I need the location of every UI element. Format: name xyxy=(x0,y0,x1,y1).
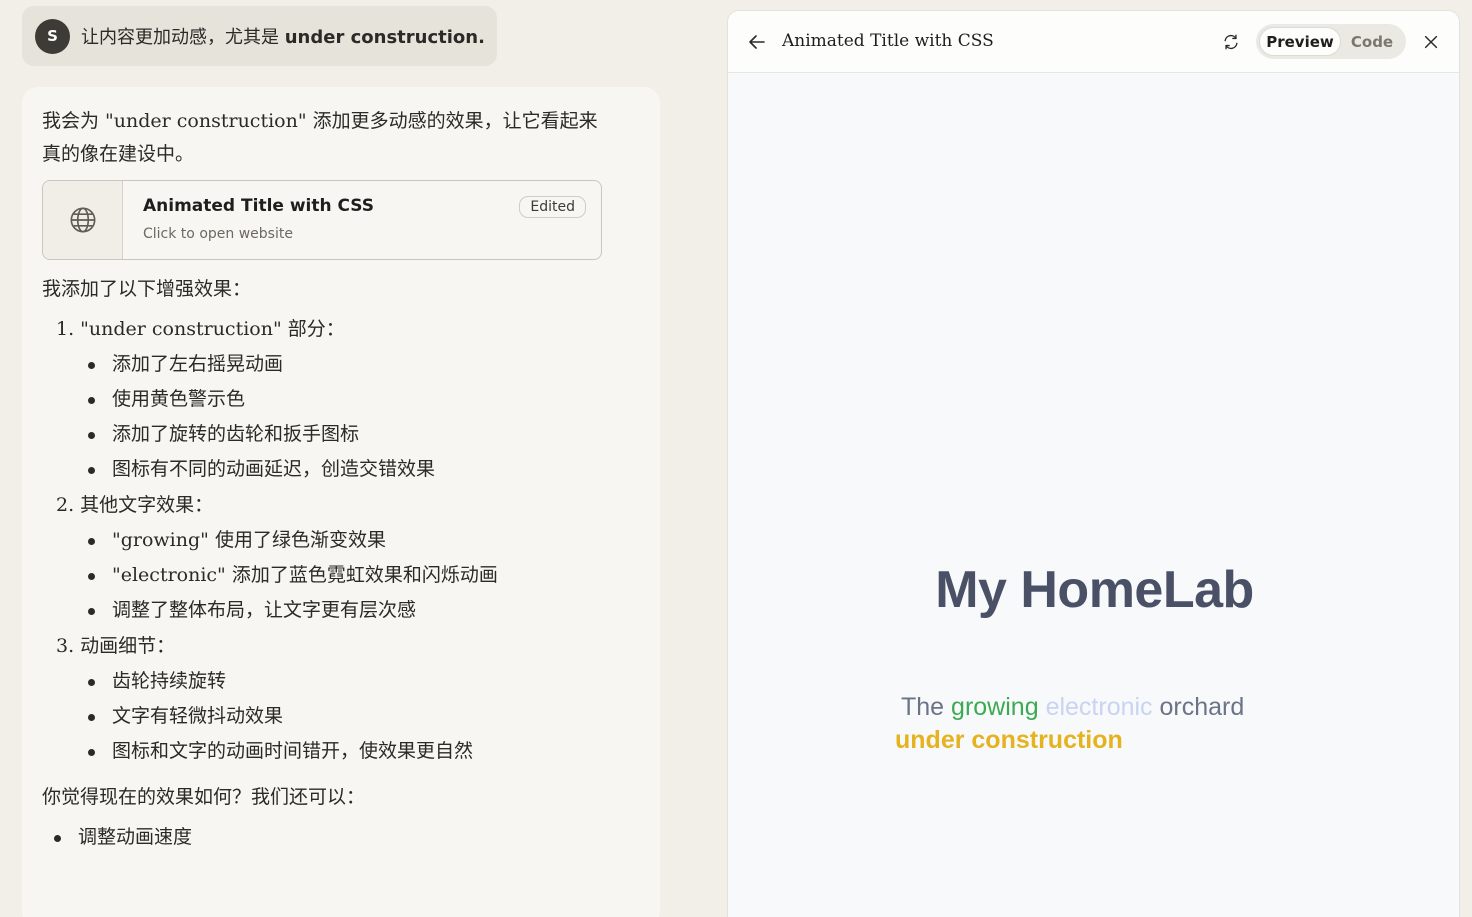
section-heading: 2. 其他文字效果： xyxy=(56,494,214,516)
under-construction-text: under construction xyxy=(895,726,1123,754)
homelab-heading: My HomeLab xyxy=(935,561,1254,619)
artifact-icon-box xyxy=(43,181,123,259)
preview-tab[interactable]: Preview xyxy=(1259,27,1341,56)
section-item: 1. "under construction" 部分： 添加了左右摇晃动画 使用… xyxy=(56,314,640,484)
list-item: 添加了旋转的齿轮和扳手图标 xyxy=(88,419,640,449)
panel-title: Animated Title with CSS xyxy=(782,31,994,51)
tagline-electronic: electronic xyxy=(1045,693,1153,721)
edited-badge: Edited xyxy=(519,196,586,218)
user-message: S 让内容更加动感，尤其是 under construction. xyxy=(22,6,497,66)
options-list: 调整动画速度 xyxy=(42,822,640,852)
refresh-icon xyxy=(1224,34,1238,50)
enhancements-heading: 我添加了以下增强效果： xyxy=(42,278,252,300)
panel-header: Animated Title with CSS Preview Code xyxy=(728,11,1459,73)
user-message-text: 让内容更加动感，尤其是 under construction. xyxy=(81,27,485,48)
tagline-orchard: orchard xyxy=(1159,693,1245,721)
close-icon xyxy=(1424,35,1438,49)
list-item: 使用黄色警示色 xyxy=(88,384,640,414)
list-item: 图标有不同的动画延迟，创造交错效果 xyxy=(88,454,640,484)
code-tab[interactable]: Code xyxy=(1341,27,1403,56)
view-toggle: Preview Code xyxy=(1256,24,1406,59)
arrow-left-icon xyxy=(749,35,765,49)
artifact-subtitle: Click to open website xyxy=(143,226,293,242)
back-button[interactable] xyxy=(746,31,768,53)
tagline: The growing electronic orchard xyxy=(901,693,1244,722)
list-item: 文字有轻微抖动效果 xyxy=(88,701,640,731)
artifact-panel: Animated Title with CSS Preview Code My … xyxy=(727,10,1460,917)
assistant-question: 你觉得现在的效果如何？我们还可以： xyxy=(42,786,366,808)
section-item: 2. 其他文字效果： "growing" 使用了绿色渐变效果 "electron… xyxy=(56,490,640,625)
user-avatar[interactable]: S xyxy=(35,18,70,54)
enhancements-list: 1. "under construction" 部分： 添加了左右摇晃动画 使用… xyxy=(42,314,640,766)
section-heading: 1. "under construction" 部分： xyxy=(56,318,345,340)
tagline-the: The xyxy=(901,693,945,721)
close-button[interactable] xyxy=(1420,31,1442,53)
refresh-button[interactable] xyxy=(1220,31,1242,53)
section-item: 3. 动画细节： 齿轮持续旋转 文字有轻微抖动效果 图标和文字的动画时间错开，使… xyxy=(56,631,640,766)
list-item: 齿轮持续旋转 xyxy=(88,666,640,696)
list-item: 调整了整体布局，让文字更有层次感 xyxy=(88,595,640,625)
list-item: "growing" 使用了绿色渐变效果 xyxy=(88,525,640,555)
assistant-message: 我会为 "under construction" 添加更多动感的效果，让它看起来… xyxy=(22,87,660,917)
list-item: 添加了左右摇晃动画 xyxy=(88,349,640,379)
preview-area: My HomeLab The growing electronic orchar… xyxy=(728,73,1459,917)
tagline-growing: growing xyxy=(951,693,1039,721)
list-item: 调整动画速度 xyxy=(54,822,640,852)
artifact-title: Animated Title with CSS xyxy=(143,196,375,216)
section-heading: 3. 动画细节： xyxy=(56,635,176,657)
artifact-card[interactable]: Animated Title with CSS Click to open we… xyxy=(42,180,602,260)
list-item: "electronic" 添加了蓝色霓虹效果和闪烁动画 xyxy=(88,560,640,590)
globe-icon xyxy=(70,207,95,233)
list-item: 图标和文字的动画时间错开，使效果更自然 xyxy=(88,736,640,766)
assistant-intro: 我会为 "under construction" 添加更多动感的效果，让它看起来… xyxy=(42,110,598,165)
